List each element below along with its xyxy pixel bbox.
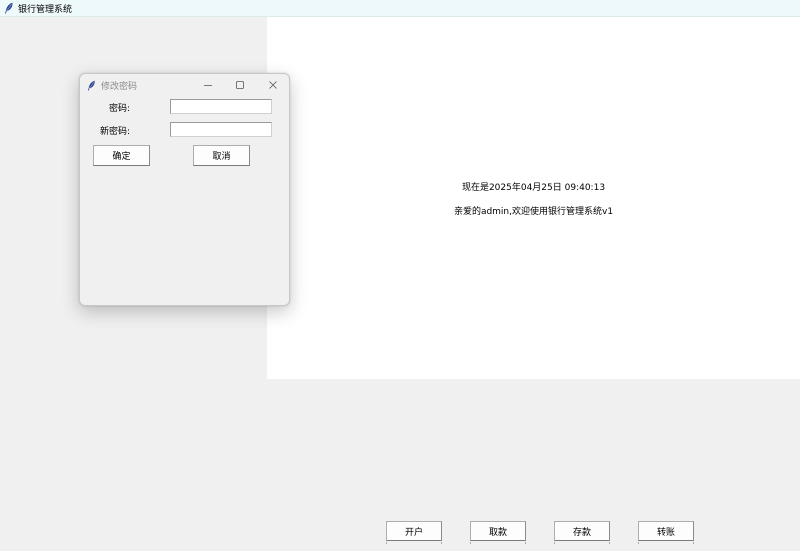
- window-titlebar[interactable]: 银行管理系统: [0, 0, 800, 17]
- password-label: 密码:: [108, 104, 130, 114]
- window-title: 银行管理系统: [18, 4, 73, 15]
- maximize-button[interactable]: [232, 77, 248, 93]
- change-password-dialog: 修改密码 密码: 新密码: 确定 取消: [79, 73, 290, 306]
- cancel-button[interactable]: 取消: [193, 145, 250, 166]
- welcome-label: 亲爱的admin,欢迎使用银行管理系统v1: [453, 207, 614, 217]
- maximize-icon: [236, 81, 244, 89]
- feather-icon: [5, 2, 13, 14]
- password-input[interactable]: [170, 99, 272, 114]
- feather-icon: [87, 80, 95, 91]
- close-button[interactable]: [265, 77, 281, 93]
- withdraw-button[interactable]: 取款: [470, 521, 526, 544]
- transfer-button[interactable]: 转账: [638, 521, 694, 544]
- minimize-icon: [204, 85, 212, 86]
- minimize-button[interactable]: [200, 77, 216, 93]
- confirm-button[interactable]: 确定: [93, 145, 150, 166]
- dialog-titlebar[interactable]: 修改密码: [80, 74, 289, 96]
- open-account-button[interactable]: 开户: [386, 521, 442, 544]
- main-panel: 现在是2025年04月25日 09:40:13 亲爱的admin,欢迎使用银行管…: [267, 17, 800, 379]
- new-password-label: 新密码:: [99, 127, 130, 137]
- deposit-button[interactable]: 存款: [554, 521, 610, 544]
- current-time-label: 现在是2025年04月25日 09:40:13: [461, 183, 606, 193]
- new-password-input[interactable]: [170, 122, 272, 137]
- dialog-title: 修改密码: [101, 81, 138, 92]
- close-icon: [269, 81, 277, 89]
